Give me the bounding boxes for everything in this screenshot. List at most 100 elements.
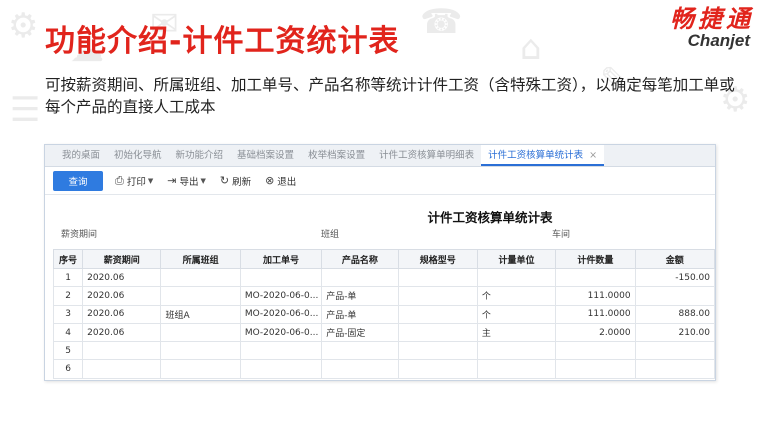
filter-group-label: 班组 (321, 230, 340, 240)
tab-enum-archive[interactable]: 枚举档案设置 (301, 145, 372, 166)
report-filters: 薪资期间 班组 车间 (45, 223, 715, 243)
tab-init-guide[interactable]: 初始化导航 (107, 145, 169, 166)
cell-spec (397, 359, 478, 379)
cell-quantity (555, 359, 636, 379)
cell-order-link[interactable]: MO-2020-06-0... (239, 286, 323, 306)
cell-order-link[interactable] (239, 341, 323, 361)
column-header[interactable]: 计量单位 (476, 249, 557, 269)
cell-amount (634, 286, 716, 306)
tab-label: 我的桌面 (62, 150, 101, 161)
export-button[interactable]: ⇥ 导出 ▼ (167, 174, 206, 188)
table-header-row: 序号 薪资期间 所属班组 加工单号 产品名称 规格型号 计量单位 计件数量 金额 (52, 249, 716, 269)
printer-icon: ⎙ (115, 173, 124, 187)
cell-quantity: 111.0000 (555, 304, 636, 324)
cell-group: 班组A (160, 304, 241, 324)
tab-label: 基础档案设置 (237, 150, 295, 161)
cell-spec (397, 322, 478, 343)
column-header[interactable]: 所属班组 (160, 249, 241, 269)
filter-workshop-label: 车间 (552, 230, 571, 240)
cell-product: 产品-单 (321, 286, 399, 306)
tab-new-features[interactable]: 新功能介绍 (169, 145, 231, 166)
cell-amount: 888.00 (634, 304, 716, 324)
logo-cn-text: 畅捷通 (670, 5, 754, 33)
column-header[interactable]: 金额 (634, 249, 716, 269)
cell-unit: 主 (476, 322, 557, 343)
exit-icon: ⊗ (265, 174, 275, 187)
table-row[interactable]: 5 (52, 341, 716, 361)
column-header[interactable]: 加工单号 (239, 249, 323, 269)
column-header[interactable]: 计件数量 (555, 249, 636, 269)
export-label: 导出 (179, 176, 199, 188)
column-header[interactable]: 产品名称 (321, 249, 399, 269)
tab-piecework-summary[interactable]: 计件工资核算单统计表 × (481, 145, 605, 166)
cell-order-link[interactable]: MO-2020-06-0... (239, 304, 323, 324)
column-header[interactable]: 薪资期间 (82, 249, 162, 269)
cell-product (321, 267, 399, 288)
tab-label: 计件工资核算单明细表 (379, 150, 475, 161)
print-button[interactable]: ⎙ 打印 ▼ (115, 174, 153, 188)
table-row[interactable]: 2 2020.06 MO-2020-06-0... 产品-单 个 111.000… (52, 286, 716, 306)
cell-unit: 个 (476, 304, 557, 324)
tab-label: 新功能介绍 (175, 150, 224, 161)
chevron-down-icon: ▼ (147, 176, 154, 185)
cell-unit (476, 359, 557, 379)
cell-index: 5 (52, 341, 84, 361)
cell-period: 2020.06 (82, 267, 162, 288)
tab-basic-archive[interactable]: 基础档案设置 (230, 145, 301, 166)
cell-spec (397, 267, 478, 288)
print-label: 打印 (126, 176, 146, 188)
cell-group (160, 322, 241, 343)
cell-group (160, 267, 241, 288)
tab-my-desktop[interactable]: 我的桌面 (55, 145, 107, 166)
report-table: 序号 薪资期间 所属班组 加工单号 产品名称 规格型号 计量单位 计件数量 金额… (52, 249, 716, 379)
table-row[interactable]: 6 (52, 359, 716, 379)
cell-product: 产品-固定 (321, 322, 399, 343)
tab-label: 计件工资核算单统计表 (488, 150, 584, 161)
cell-index: 4 (52, 322, 84, 343)
cell-order-link[interactable] (239, 359, 323, 379)
refresh-label: 刷新 (232, 176, 252, 188)
cell-product (321, 359, 399, 379)
table-row[interactable]: 4 2020.06 MO-2020-06-0... 产品-固定 主 2.0000… (52, 322, 716, 343)
export-icon: ⇥ (167, 174, 177, 187)
toolbar: 查询 ⎙ 打印 ▼ ⇥ 导出 ▼ ↻ 刷新 ⊗ 退出 (45, 167, 715, 195)
cell-quantity (555, 267, 636, 288)
refresh-button[interactable]: ↻ 刷新 (220, 174, 251, 188)
cell-product (321, 341, 399, 361)
cell-unit (476, 341, 557, 361)
cell-unit (476, 267, 557, 288)
cell-order-link[interactable]: MO-2020-06-0... (239, 322, 323, 343)
app-screenshot-panel: 我的桌面 初始化导航 新功能介绍 基础档案设置 枚举档案设置 计件工资核算单明细… (44, 144, 716, 381)
table-row[interactable]: 1 2020.06 -150.00 (52, 267, 716, 288)
tab-bar: 我的桌面 初始化导航 新功能介绍 基础档案设置 枚举档案设置 计件工资核算单明细… (45, 145, 715, 167)
chevron-down-icon: ▼ (200, 176, 206, 185)
cell-amount (634, 359, 716, 379)
exit-button[interactable]: ⊗ 退出 (265, 174, 296, 188)
close-icon[interactable]: × (589, 150, 597, 161)
cell-period: 2020.06 (82, 304, 162, 324)
slide-description: 可按薪资期间、所属班组、加工单号、产品名称等统计计件工资（含特殊工资），以确定每… (45, 76, 735, 116)
column-header[interactable]: 规格型号 (397, 249, 478, 269)
exit-label: 退出 (277, 176, 297, 188)
cell-spec (397, 286, 478, 306)
cell-order-link[interactable] (239, 267, 323, 288)
table-row[interactable]: 3 2020.06 班组A MO-2020-06-0... 产品-单 个 111… (52, 304, 716, 324)
cell-group (160, 286, 241, 306)
cell-quantity (555, 341, 636, 361)
cell-index: 2 (52, 286, 84, 306)
query-button[interactable]: 查询 (53, 170, 103, 191)
slide-title: 功能介绍-计件工资统计表 (45, 24, 400, 59)
cell-group (160, 341, 241, 361)
cell-period (82, 341, 162, 361)
logo-en-text: Chanjet (687, 31, 750, 50)
column-header[interactable]: 序号 (52, 249, 84, 269)
cell-group (160, 359, 241, 379)
cell-amount (634, 341, 716, 361)
cell-amount: 210.00 (634, 322, 716, 343)
tab-label: 初始化导航 (114, 150, 162, 161)
tab-piecework-detail[interactable]: 计件工资核算单明细表 (372, 145, 481, 166)
tab-label: 枚举档案设置 (308, 150, 366, 161)
cell-period: 2020.06 (82, 286, 162, 306)
report-title: 计件工资核算单统计表 (427, 210, 553, 225)
cell-index: 3 (52, 304, 84, 324)
